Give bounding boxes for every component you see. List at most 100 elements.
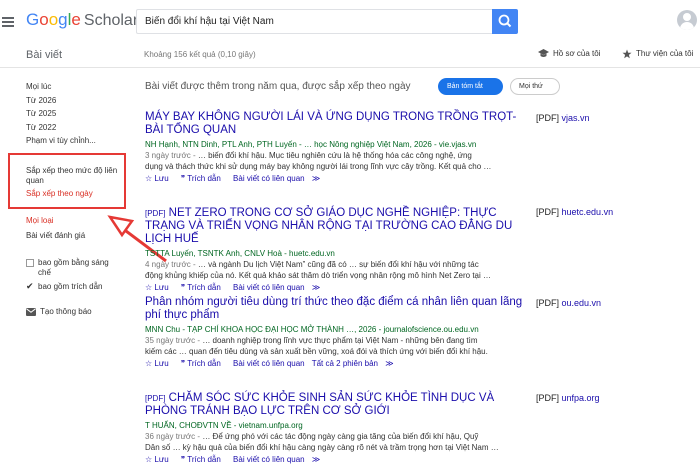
include-patents-checkbox[interactable] (26, 259, 34, 267)
my-library-label: Thư viện của tôi (636, 49, 694, 59)
include-citations-option[interactable]: ✔ bao gồm trích dẫn (26, 281, 136, 294)
search-button[interactable] (492, 9, 518, 34)
search-input[interactable]: Biến đổi khí hậu tại Việt Nam (136, 9, 492, 34)
result-title[interactable]: Phân nhóm người tiêu dùng trí thức theo … (145, 296, 530, 322)
pdf-tag: [PDF] (536, 113, 560, 123)
all-versions-link[interactable]: Tất cả 2 phiên bản (312, 359, 378, 368)
result-snippet: 36 ngày trước - … Để ứng phó với các tác… (145, 431, 530, 453)
save-label: Lưu (154, 174, 169, 183)
save-label: Lưu (154, 359, 169, 368)
result-actions: ☆ Lưu ❞ Trích dẫn Bài viết có liên quan … (145, 173, 530, 185)
pdf-tag: [PDF] (536, 298, 560, 308)
result-snippet-line: kiếm các … quan đến tiêu dùng và sản xuấ… (145, 347, 488, 356)
graduation-cap-icon (538, 49, 549, 58)
filter-since-2026[interactable]: Từ 2026 (26, 94, 134, 108)
result-snippet: 35 ngày trước - … doanh nghiệp trong lĩn… (145, 335, 530, 357)
cite-button[interactable]: ❞ Trích dẫn (181, 455, 226, 464)
result-title[interactable]: [PDF] NET ZERO TRONG CƠ SỞ GIÁO DỤC NGHỀ… (145, 207, 530, 246)
pdf-domain: unfpa.org (561, 393, 600, 403)
save-button[interactable]: ☆ Lưu (145, 283, 174, 292)
filter-since-2022[interactable]: Từ 2022 (26, 121, 134, 135)
more-options-icon[interactable]: ≫ (312, 283, 320, 292)
save-button[interactable]: ☆ Lưu (145, 359, 174, 368)
more-options-icon[interactable]: ≫ (385, 359, 393, 368)
my-profile-link[interactable]: Hồ sơ của tôi (538, 49, 601, 58)
any-chip-label: Mọi thứ (519, 83, 543, 90)
section-title[interactable]: Bài viết (26, 49, 62, 61)
more-options-icon[interactable]: ≫ (312, 455, 320, 464)
pdf-domain: huetc.edu.vn (561, 207, 614, 217)
pdf-tag: [PDF] (536, 207, 560, 217)
result-meta: NH Hạnh, NTN Dinh, PTL Anh, PTH Luyến - … (145, 140, 477, 149)
filter-since-2025[interactable]: Từ 2025 (26, 107, 134, 121)
sort-by-date[interactable]: Sắp xếp theo ngày (26, 189, 93, 198)
type-review-articles[interactable]: Bài viết đánh giá (26, 231, 85, 240)
filter-any-time[interactable]: Mọi lúc (26, 80, 134, 94)
result-title-text: MÁY BAY KHÔNG NGƯỜI LÁI VÀ ỨNG DỤNG TRON… (145, 111, 517, 136)
search-result: Phân nhóm người tiêu dùng trí thức theo … (145, 296, 530, 370)
result-snippet: 4 ngày trước - … và ngành Du lịch Việt N… (145, 259, 530, 281)
summary-chip[interactable]: Bản tóm tắt (438, 78, 503, 95)
checkmark-icon: ✔ (26, 281, 34, 291)
logo-letter: G (26, 10, 40, 29)
more-options-icon[interactable]: ≫ (312, 174, 320, 183)
search-result: MÁY BAY KHÔNG NGƯỜI LÁI VÀ ỨNG DỤNG TRON… (145, 111, 530, 185)
result-date: 36 ngày trước - (145, 432, 201, 441)
related-articles-link[interactable]: Bài viết có liên quan (233, 174, 305, 183)
hamburger-menu-icon[interactable] (2, 17, 14, 27)
sort-notice: Bài viết được thêm trong năm qua, được s… (145, 81, 411, 92)
any-chip[interactable]: Mọi thứ (510, 78, 560, 95)
result-actions: ☆ Lưu ❞ Trích dẫn Bài viết có liên quan … (145, 358, 530, 370)
result-snippet-line: Dân số … kỳ hậu quả của biến đổi khí hậu… (145, 443, 499, 452)
envelope-icon (26, 307, 36, 316)
filter-custom-range[interactable]: Phạm vi tùy chỉnh... (26, 134, 134, 148)
related-articles-link[interactable]: Bài viết có liên quan (233, 283, 305, 292)
pdf-link[interactable]: [PDF] vjas.vn (536, 113, 590, 123)
related-articles-link[interactable]: Bài viết có liên quan (233, 359, 305, 368)
create-alert-link[interactable]: Tạo thông báo (26, 307, 92, 316)
star-icon (622, 49, 632, 59)
result-snippet-line: … doanh nghiệp trong lĩnh vực thực phẩm … (202, 336, 478, 345)
include-citations-label: bao gồm trích dẫn (38, 282, 103, 291)
result-meta: MNN Chu - TẠP CHÍ KHOA HỌC ĐẠI HỌC MỞ TH… (145, 325, 479, 334)
google-scholar-logo[interactable]: Google Scholar (26, 10, 138, 30)
sort-by-relevance[interactable]: Sắp xếp theo mức độ liên quan (26, 166, 126, 186)
result-date: 4 ngày trước - (145, 260, 196, 269)
cite-label: Trích dẫn (187, 283, 221, 292)
pdf-link[interactable]: [PDF] ou.edu.vn (536, 298, 601, 308)
results-count: Khoảng 156 kết quả (0,10 giây) (144, 50, 256, 59)
result-pdf-prefix: [PDF] (145, 209, 166, 218)
result-meta: T HUẤN, CHOĐVTN VỀ - vietnam.unfpa.org (145, 421, 303, 430)
my-library-link[interactable]: Thư viện của tôi (622, 49, 693, 59)
pdf-tag: [PDF] (536, 393, 560, 403)
cite-button[interactable]: ❞ Trích dẫn (181, 174, 226, 183)
search-result: [PDF] NET ZERO TRONG CƠ SỞ GIÁO DỤC NGHỀ… (145, 207, 530, 294)
result-title-text: CHĂM SÓC SỨC KHỎE SINH SẢN SỨC KHỎE TÌNH… (145, 392, 495, 417)
result-meta: TSTTA Luyến, TSNTK Anh, CNLV Hoà - huetc… (145, 249, 335, 258)
cite-button[interactable]: ❞ Trích dẫn (181, 283, 226, 292)
cite-button[interactable]: ❞ Trích dẫn (181, 359, 226, 368)
result-pdf-prefix: [PDF] (145, 394, 166, 403)
result-title[interactable]: [PDF] CHĂM SÓC SỨC KHỎE SINH SẢN SỨC KHỎ… (145, 392, 530, 418)
result-actions: ☆ Lưu ❞ Trích dẫn Bài viết có liên quan … (145, 454, 530, 466)
type-any[interactable]: Mọi loại (26, 216, 54, 225)
save-button[interactable]: ☆ Lưu (145, 455, 174, 464)
save-button[interactable]: ☆ Lưu (145, 174, 174, 183)
account-avatar[interactable] (677, 10, 697, 30)
result-actions: ☆ Lưu ❞ Trích dẫn Bài viết có liên quan … (145, 282, 530, 294)
result-snippet-line: … và ngành Du lịch Việt Nam” cũng đã có … (197, 260, 479, 269)
save-label: Lưu (154, 455, 169, 464)
result-snippet-line: … Để ứng phó với các tác động ngày càng … (202, 432, 479, 441)
search-result: [PDF] CHĂM SÓC SỨC KHỎE SINH SẢN SỨC KHỎ… (145, 392, 530, 466)
result-date: 3 ngày trước - (145, 151, 196, 160)
logo-product: Scholar (83, 12, 139, 29)
result-title-text: Phân nhóm người tiêu dùng trí thức theo … (145, 296, 523, 321)
related-articles-link[interactable]: Bài viết có liên quan (233, 455, 305, 464)
search-icon (498, 14, 512, 28)
summary-chip-label: Bản tóm tắt (447, 83, 483, 90)
pdf-domain: ou.edu.vn (561, 298, 602, 308)
pdf-link[interactable]: [PDF] huetc.edu.vn (536, 207, 613, 217)
pdf-domain: vjas.vn (561, 113, 590, 123)
result-title[interactable]: MÁY BAY KHÔNG NGƯỜI LÁI VÀ ỨNG DỤNG TRON… (145, 111, 530, 137)
pdf-link[interactable]: [PDF] unfpa.org (536, 393, 600, 403)
